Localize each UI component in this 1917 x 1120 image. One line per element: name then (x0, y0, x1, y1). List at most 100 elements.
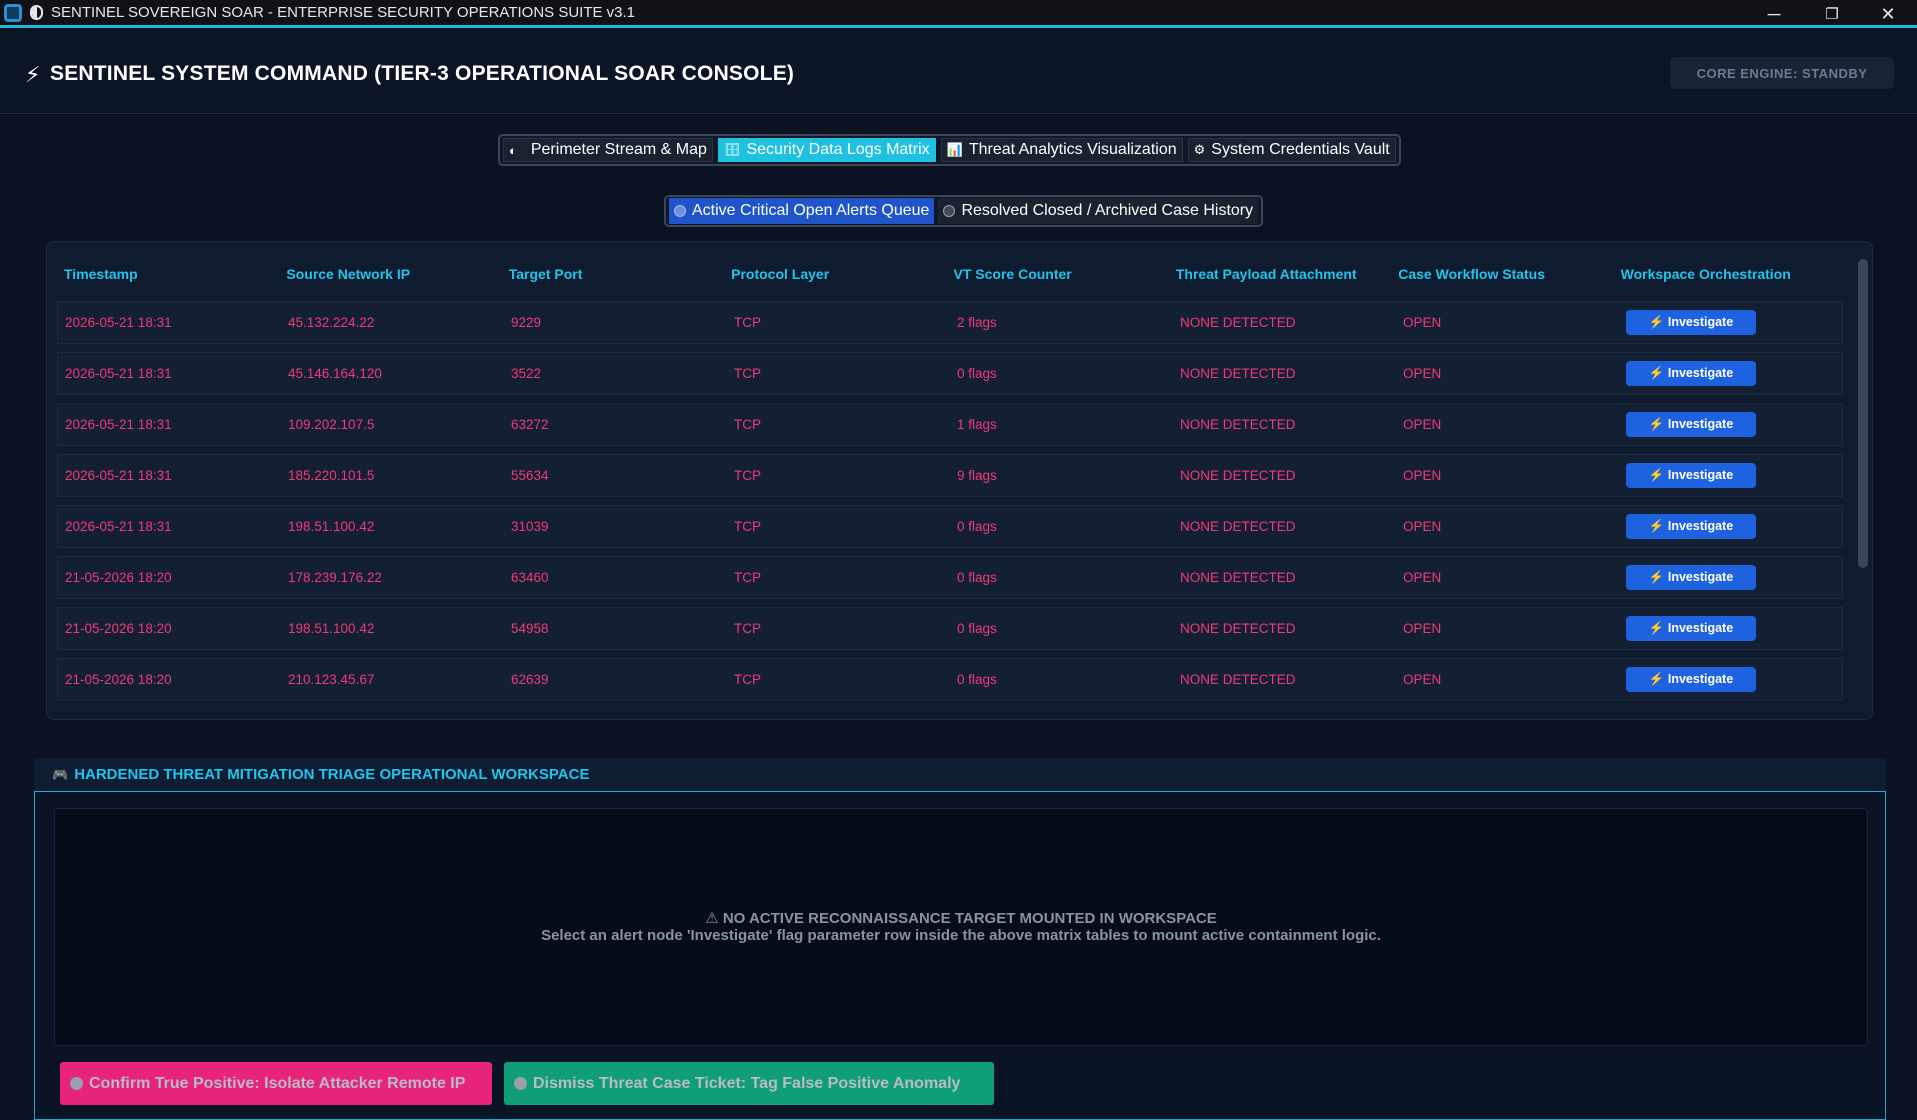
table-row[interactable]: 21-05-2026 18:20 178.239.176.22 63460 TCP 0 … (57, 556, 1843, 599)
table-cell: TCP (734, 570, 761, 585)
table-cell: TCP (734, 621, 761, 636)
workspace-header: 🎮 HARDENED THREAT MITIGATION TRIAGE OPER… (34, 758, 1886, 792)
table-scrollbar[interactable] (1858, 259, 1868, 568)
main-tabs: ◐ Perimeter Stream & Map 🗄 Security Data L… (498, 134, 1401, 166)
table-cell: TCP (734, 417, 761, 432)
bar-chart-icon: 📊 (946, 142, 963, 157)
investigate-button[interactable]: ⚡ Investigate (1626, 565, 1756, 590)
table-row[interactable]: 2026-05-21 18:31 45.146.164.120 3522 TCP 0 f… (57, 352, 1843, 395)
column-header: VT Score Counter (953, 266, 1072, 282)
table-cell: 0 flags (957, 519, 997, 534)
close-button[interactable]: ✕ (1859, 0, 1917, 28)
investigate-button[interactable]: ⚡ Investigate (1626, 412, 1756, 437)
tab-perimeter-stream[interactable]: ◐ Perimeter Stream & Map (503, 138, 713, 162)
table-cell: 2026-05-21 18:31 (65, 366, 172, 381)
alert-subtabs: Active Critical Open Alerts Queue Resolv… (664, 195, 1264, 227)
subtab-label: Resolved Closed / Archived Case History (961, 202, 1254, 219)
engine-status-badge: CORE ENGINE: STANDBY (1670, 57, 1894, 89)
table-row[interactable]: 21-05-2026 18:20 210.123.45.67 62639 TCP 0 f… (57, 658, 1843, 701)
table-row[interactable]: 21-05-2026 18:20 198.51.100.42 54958 TCP 0 f… (57, 607, 1843, 650)
table-row[interactable]: 2026-05-21 18:31 198.51.100.42 31039 TCP 0 f… (57, 505, 1843, 548)
tab-credentials-vault[interactable]: ⚙ System Credentials Vault (1187, 138, 1396, 162)
table-cell: 9229 (511, 315, 542, 330)
table-cell: 63272 (511, 417, 549, 432)
table-cell: 21-05-2026 18:20 (65, 621, 172, 636)
column-header: Protocol Layer (731, 266, 830, 282)
workspace-canvas: ⚠ NO ACTIVE RECONNAISSANCE TARGET MOUNTE… (54, 808, 1868, 1046)
investigate-button[interactable]: ⚡ Investigate (1626, 463, 1756, 488)
table-cell: NONE DETECTED (1180, 672, 1296, 687)
app-header: ⚡ SENTINEL SYSTEM COMMAND (TIER-3 OPERAT… (0, 31, 1917, 114)
bolt-icon: ⚡ (25, 62, 41, 87)
table-cell: 0 flags (957, 366, 997, 381)
half-circle-icon: ◐ (509, 142, 517, 158)
radio-icon (943, 205, 956, 217)
table-cell: 185.220.101.5 (288, 468, 375, 483)
table-cell: 45.132.224.22 (288, 315, 375, 330)
table-row[interactable]: 2026-05-21 18:31 109.202.107.5 63272 TCP 1 f… (57, 403, 1843, 446)
investigate-button[interactable]: ⚡ Investigate (1626, 310, 1756, 335)
table-cell: 2026-05-21 18:31 (65, 315, 172, 330)
table-cell: OPEN (1403, 366, 1442, 381)
workspace-title: HARDENED THREAT MITIGATION TRIAGE OPERAT… (74, 766, 590, 783)
restore-button[interactable]: ❐ (1803, 0, 1861, 28)
table-cell: NONE DETECTED (1180, 366, 1296, 381)
investigate-button[interactable]: ⚡ Investigate (1626, 361, 1756, 386)
database-icon: 🗄 (723, 142, 741, 157)
investigate-button[interactable]: ⚡ Investigate (1626, 616, 1756, 641)
column-header: Workspace Orchestration (1620, 266, 1791, 282)
table-row[interactable]: 2026-05-21 18:31 185.220.101.5 55634 TCP 9 f… (57, 454, 1843, 497)
column-header: Target Port (508, 266, 583, 282)
table-cell: 21-05-2026 18:20 (65, 672, 172, 687)
confirm-label: Confirm True Positive: Isolate Attacker … (89, 1074, 466, 1092)
page-title: SENTINEL SYSTEM COMMAND (TIER-3 OPERATIO… (50, 62, 795, 85)
table-cell: NONE DETECTED (1180, 468, 1296, 483)
subtab-active-alerts[interactable]: Active Critical Open Alerts Queue (669, 198, 935, 224)
table-cell: 63460 (511, 570, 549, 585)
gear-icon: ⚙ (1193, 142, 1206, 157)
window-titlebar: SENTINEL SOVEREIGN SOAR - ENTERPRISE SEC… (0, 0, 1917, 28)
column-header: Case Workflow Status (1398, 266, 1546, 282)
table-cell: 0 flags (957, 621, 997, 636)
table-cell: OPEN (1403, 570, 1442, 585)
table-cell: 1 flags (957, 417, 997, 432)
tab-label: Perimeter Stream & Map (530, 141, 707, 158)
table-cell: NONE DETECTED (1180, 519, 1296, 534)
column-header: Source Network IP (286, 266, 411, 282)
investigate-button[interactable]: ⚡ Investigate (1626, 667, 1756, 692)
subtab-resolved-history[interactable]: Resolved Closed / Archived Case History (938, 198, 1259, 224)
table-cell: NONE DETECTED (1180, 570, 1296, 585)
tab-security-logs[interactable]: 🗄 Security Data Logs Matrix (717, 138, 936, 162)
dismiss-ticket-button[interactable]: Dismiss Threat Case Ticket: Tag False Po… (504, 1062, 994, 1105)
investigate-button[interactable]: ⚡ Investigate (1626, 514, 1756, 539)
alerts-table: Timestamp Source Network IP Target Port … (46, 241, 1873, 720)
gamepad-icon: 🎮 (52, 766, 69, 782)
tab-threat-analytics[interactable]: 📊 Threat Analytics Visualization (940, 138, 1183, 162)
table-cell: OPEN (1403, 468, 1442, 483)
window-title: SENTINEL SOVEREIGN SOAR - ENTERPRISE SEC… (51, 4, 636, 21)
confirm-isolate-button[interactable]: Confirm True Positive: Isolate Attacker … (60, 1062, 492, 1105)
app-icon (4, 3, 22, 22)
table-cell: 2026-05-21 18:31 (65, 417, 172, 432)
table-cell: 210.123.45.67 (288, 672, 375, 687)
tab-label: Security Data Logs Matrix (746, 141, 930, 158)
table-cell: 2 flags (957, 315, 997, 330)
tab-label: System Credentials Vault (1211, 141, 1390, 158)
table-row[interactable]: 2026-05-21 18:31 45.132.224.22 9229 TCP 2 fl… (57, 301, 1843, 344)
table-cell: 3522 (511, 366, 542, 381)
table-cell: NONE DETECTED (1180, 621, 1296, 636)
dot-icon (514, 1077, 527, 1090)
table-cell: 0 flags (957, 672, 997, 687)
dismiss-label: Dismiss Threat Case Ticket: Tag False Po… (533, 1074, 961, 1092)
table-cell: TCP (734, 315, 761, 330)
table-cell: TCP (734, 519, 761, 534)
table-cell: OPEN (1403, 417, 1442, 432)
shield-icon (30, 5, 43, 20)
tab-label: Threat Analytics Visualization (968, 141, 1177, 158)
table-cell: OPEN (1403, 672, 1442, 687)
table-header: Timestamp Source Network IP Target Port … (57, 254, 1843, 294)
table-cell: NONE DETECTED (1180, 417, 1296, 432)
table-cell: NONE DETECTED (1180, 315, 1296, 330)
minimize-button[interactable]: ─ (1745, 0, 1803, 28)
table-cell: TCP (734, 672, 761, 687)
